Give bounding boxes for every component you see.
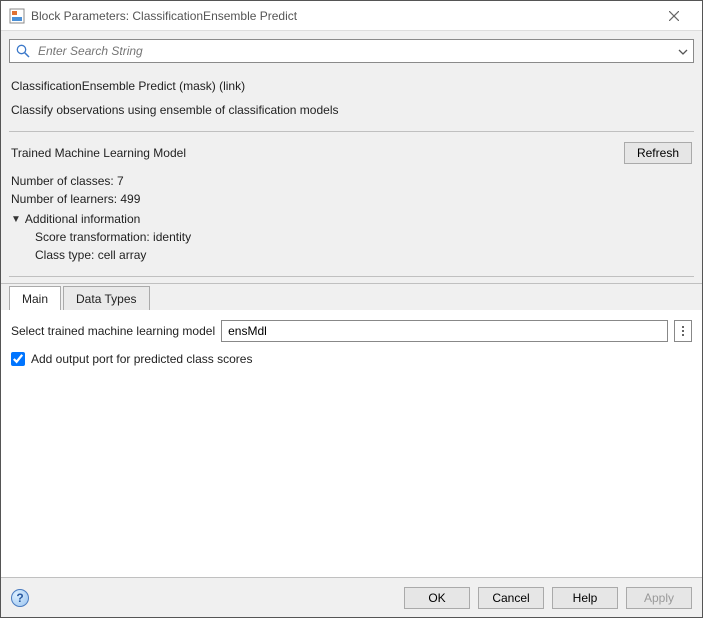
tabstrip: Main Data Types [1,284,702,310]
triangle-down-icon: ▼ [11,214,21,225]
ok-button[interactable]: OK [404,587,470,609]
search-icon [15,43,31,59]
dialog-footer: ? OK Cancel Help Apply [1,577,702,617]
cancel-button[interactable]: Cancel [478,587,544,609]
search-bar [9,39,694,63]
mask-info-section: ClassificationEnsemble Predict (mask) (l… [9,79,694,132]
num-classes-label: Number of classes: 7 [11,174,692,188]
apply-button[interactable]: Apply [626,587,692,609]
titlebar: Block Parameters: ClassificationEnsemble… [1,1,702,31]
ellipsis-icon [682,326,684,328]
tab-datatypes-label: Data Types [76,292,136,306]
close-button[interactable] [654,2,694,30]
tab-main-label: Main [22,292,48,306]
close-icon [669,11,679,21]
num-learners-label: Number of learners: 499 [11,192,692,206]
window-title: Block Parameters: ClassificationEnsemble… [31,9,654,23]
select-model-label: Select trained machine learning model [11,324,215,338]
tabs-container: Main Data Types Select trained machine l… [1,283,702,577]
tab-datatypes[interactable]: Data Types [63,286,149,310]
output-port-checkbox-row: Add output port for predicted class scor… [11,352,692,366]
output-port-checkbox[interactable] [11,352,25,366]
chevron-down-icon[interactable] [678,46,688,60]
app-icon [9,8,25,24]
score-transformation-label: Score transformation: identity [35,230,692,244]
mask-title: ClassificationEnsemble Predict (mask) (l… [11,79,692,93]
help-button[interactable]: Help [552,587,618,609]
dialog-window: Block Parameters: ClassificationEnsemble… [0,0,703,618]
tab-main[interactable]: Main [9,286,61,310]
output-port-checkbox-label: Add output port for predicted class scor… [31,352,252,366]
tab-main-content: Select trained machine learning model Ad… [1,310,702,577]
help-icon-button[interactable]: ? [11,589,29,607]
search-input[interactable] [9,39,694,63]
select-model-input[interactable] [221,320,668,342]
select-model-row: Select trained machine learning model [11,320,692,342]
refresh-button[interactable]: Refresh [624,142,692,164]
model-section-title: Trained Machine Learning Model [11,146,624,160]
additional-info-expander[interactable]: ▼ Additional information [11,212,692,226]
additional-info-label: Additional information [25,212,140,226]
question-mark-icon: ? [16,591,23,605]
class-type-label: Class type: cell array [35,248,692,262]
model-info-section: Trained Machine Learning Model Refresh N… [9,142,694,277]
browse-model-button[interactable] [674,320,692,342]
body: ClassificationEnsemble Predict (mask) (l… [1,31,702,577]
mask-description: Classify observations using ensemble of … [11,103,692,117]
